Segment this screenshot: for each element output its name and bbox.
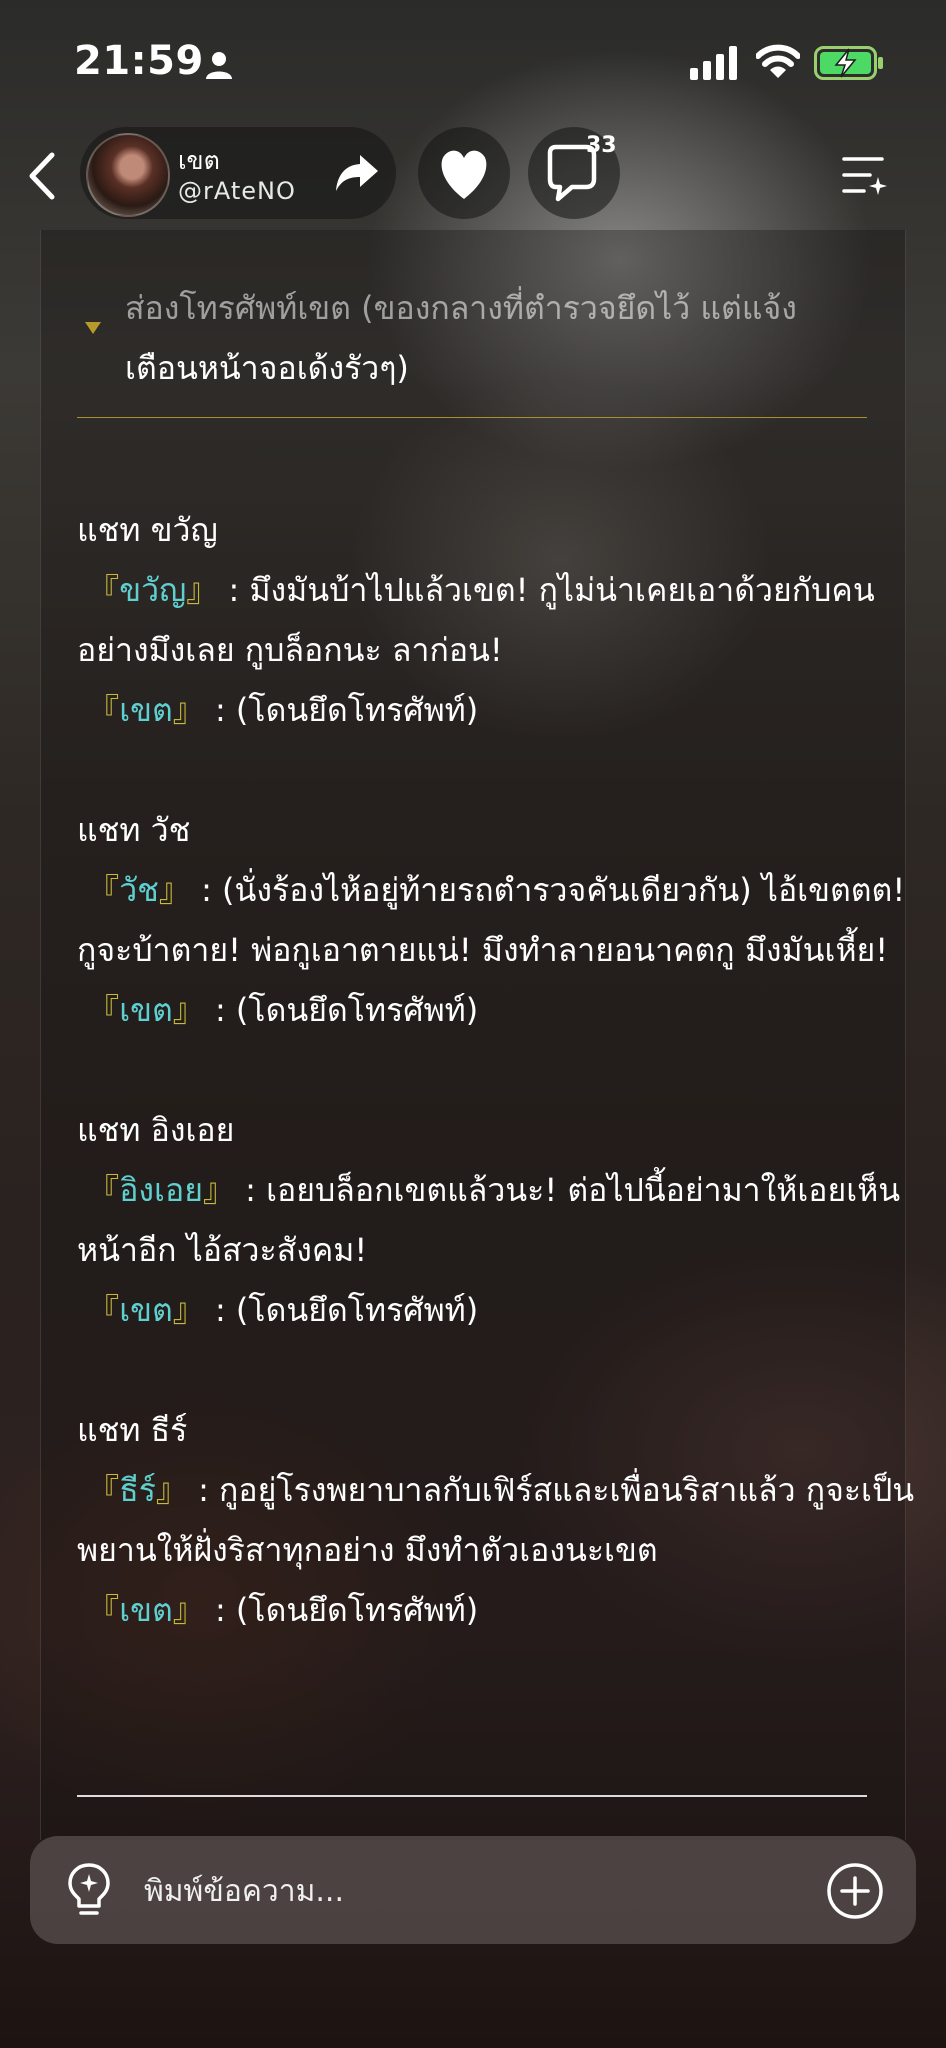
chat-section: แชท วัช 『วัช』 : (นั่งร้องไห้อยู่ท้ายรถตำ… [77, 800, 917, 1040]
speaker-name: เขต [119, 1291, 173, 1329]
divider [77, 417, 867, 418]
bracket-open: 『 [87, 871, 120, 909]
bracket-close: 』 [158, 871, 191, 909]
person-icon [206, 52, 232, 79]
chat-message: 『ธีร์』 : กูอยู่โรงพยาบาลกับเฟิร์สและเพื่… [77, 1460, 917, 1580]
wifi-icon [756, 44, 800, 78]
summary-text: ส่องโทรศัพท์เขต (ของกลางที่ตำรวจยึดไว้ แ… [125, 278, 865, 398]
bracket-close: 』 [172, 1291, 205, 1329]
add-circle-icon[interactable] [826, 1862, 884, 1920]
bracket-close: 』 [186, 571, 219, 609]
bracket-close: 』 [172, 1591, 205, 1629]
speaker-name: เขต [119, 991, 173, 1029]
avatar[interactable] [86, 133, 170, 217]
profile-handle: @rAteNO [178, 177, 296, 205]
bracket-close: 』 [155, 1471, 188, 1509]
section-title: แชท วัช [77, 811, 191, 849]
share-icon[interactable] [334, 153, 380, 193]
chat-sections: แชท ขวัญ 『ขวัญ』 : มึงมันบ้าไปแล้วเขต! กู… [77, 500, 917, 1700]
message-text: : (โดนยึดโทรศัพท์) [204, 691, 479, 729]
battery-charging-icon [814, 46, 883, 80]
chat-section: แชท อิงเอย 『อิงเอย』 : เอยบล็อกเขตแล้วนะ!… [77, 1100, 917, 1340]
speaker-name: ขวัญ [119, 571, 187, 609]
section-title: แชท ขวัญ [77, 511, 218, 549]
like-button[interactable] [418, 127, 510, 219]
message-input[interactable] [142, 1864, 806, 1918]
chat-message: 『ขวัญ』 : มึงมันบ้าไปแล้วเขต! กูไม่น่าเคย… [77, 560, 917, 680]
speaker-name: เขต [119, 1591, 173, 1629]
message-text: : (โดนยึดโทรศัพท์) [204, 1291, 479, 1329]
comment-count-badge: 33 [586, 133, 617, 158]
speaker-name: เขต [119, 691, 173, 729]
speaker-name: อิงเอย [119, 1171, 203, 1209]
comment-button[interactable]: 33 [528, 127, 620, 219]
message-text: : กูอยู่โรงพยาบาลกับเฟิร์สและเพื่อนริสาแ… [77, 1471, 915, 1569]
chat-message: 『เขต』 : (โดนยึดโทรศัพท์) [77, 1580, 917, 1640]
chat-message: 『เขต』 : (โดนยึดโทรศัพท์) [77, 980, 917, 1040]
section-title: แชท ธีร์ [77, 1411, 188, 1449]
chat-message: 『อิงเอย』 : เอยบล็อกเขตแล้วนะ! ต่อไปนี้อย… [77, 1160, 917, 1280]
message-text: : (โดนยึดโทรศัพท์) [204, 1591, 479, 1629]
chat-message: 『วัช』 : (นั่งร้องไห้อยู่ท้ายรถตำรวจคันเด… [77, 860, 917, 980]
chat-section: แชท ธีร์ 『ธีร์』 : กูอยู่โรงพยาบาลกับเฟิร… [77, 1400, 917, 1640]
signal-icon [690, 46, 737, 80]
chat-message: 『เขต』 : (โดนยึดโทรศัพท์) [77, 680, 917, 740]
section-title: แชท อิงเอย [77, 1111, 235, 1149]
lightbulb-icon[interactable] [64, 1862, 114, 1918]
chat-message: 『เขต』 : (โดนยึดโทรศัพท์) [77, 1280, 917, 1340]
chat-header: เขต @rAteNO 33 [0, 125, 946, 225]
bracket-close: 』 [172, 991, 205, 1029]
message-input-bar [30, 1836, 916, 1944]
bracket-open: 『 [87, 1591, 120, 1629]
bracket-open: 『 [87, 1471, 120, 1509]
bracket-close: 』 [172, 691, 205, 729]
summary-line-2: เตือนหน้าจอเด้งรัวๆ) [125, 349, 409, 387]
bracket-open: 『 [87, 571, 120, 609]
collapse-toggle-icon[interactable] [85, 322, 101, 334]
profile-pill[interactable]: เขต @rAteNO [80, 127, 396, 219]
message-text: : (นั่งร้องไห้อยู่ท้ายรถตำรวจคันเดียวกัน… [77, 871, 906, 969]
divider [77, 1795, 867, 1797]
bracket-close: 』 [202, 1171, 235, 1209]
bracket-open: 『 [87, 1171, 120, 1209]
bracket-open: 『 [87, 991, 120, 1029]
profile-name: เขต [178, 146, 220, 175]
chat-section: แชท ขวัญ 『ขวัญ』 : มึงมันบ้าไปแล้วเขต! กู… [77, 500, 917, 740]
bracket-open: 『 [87, 691, 120, 729]
bracket-open: 『 [87, 1291, 120, 1329]
status-bar: 21:59 [0, 0, 946, 120]
back-arrow-icon[interactable] [18, 145, 68, 207]
speaker-name: วัช [119, 871, 159, 909]
message-text: : (โดนยึดโทรศัพท์) [204, 991, 479, 1029]
status-time: 21:59 [74, 38, 204, 84]
message-content: ส่องโทรศัพท์เขต (ของกลางที่ตำรวจยึดไว้ แ… [40, 230, 914, 1840]
heart-icon [441, 150, 487, 199]
summary-line-1: ส่องโทรศัพท์เขต (ของกลางที่ตำรวจยึดไว้ แ… [125, 289, 797, 327]
speaker-name: ธีร์ [119, 1471, 156, 1509]
menu-sparkle-icon[interactable] [840, 151, 890, 199]
